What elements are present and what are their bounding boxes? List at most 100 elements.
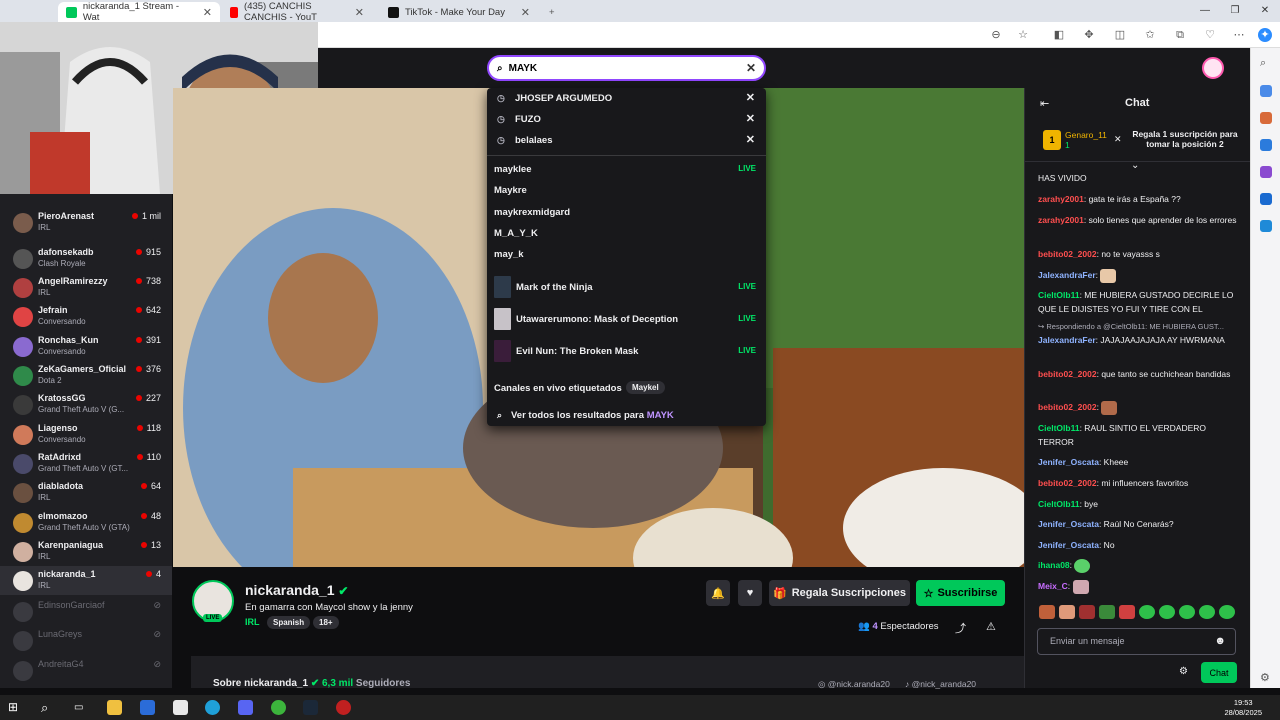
sidebar-settings-icon[interactable]: ⚙ [1260, 672, 1272, 684]
emote-icon[interactable] [1219, 605, 1235, 619]
sidebar-channel[interactable]: AngelRamirezzy IRL 738 [0, 273, 172, 302]
system-clock[interactable]: 19:53 28/08/2025 [1224, 698, 1262, 718]
sidebar-channel[interactable]: Karenpaniagua IRL 13 [0, 537, 172, 566]
discord-icon[interactable] [238, 700, 253, 715]
edge-browser-icon[interactable] [205, 700, 220, 715]
emote-icon[interactable] [1119, 605, 1135, 619]
remove-history-icon[interactable]: ✕ [746, 112, 755, 125]
search-history-item[interactable]: ◷ JHOSEP ARGUMEDO ✕ [487, 88, 766, 109]
sidebar-channel-offline[interactable]: EdinsonGarciaof ⊘ [0, 597, 172, 626]
copilot-tool-icon[interactable] [1260, 85, 1272, 97]
channel-suggestion[interactable]: may_k [487, 244, 766, 265]
close-window-icon[interactable]: ✕ [1250, 0, 1280, 22]
expand-icon[interactable]: ⌄ [1131, 160, 1139, 171]
emote-icon[interactable] [1039, 605, 1055, 619]
obs-icon[interactable] [336, 700, 351, 715]
extension-icon[interactable]: ◧ [1052, 28, 1066, 42]
search-history-item[interactable]: ◷ belalaes ✕ [487, 130, 766, 151]
remove-history-icon[interactable]: ✕ [746, 91, 755, 104]
close-tab-icon[interactable]: ✕ [203, 6, 212, 19]
file-explorer-icon[interactable] [107, 700, 122, 715]
search-icon[interactable]: ⌕ [1260, 57, 1272, 69]
maximize-icon[interactable]: ❐ [1220, 0, 1250, 22]
search-history-item[interactable]: ◷ FUZO ✕ [487, 109, 766, 130]
new-tab-button[interactable]: + [541, 2, 561, 22]
xbox-icon[interactable] [271, 700, 286, 715]
report-icon[interactable]: ⚠ [986, 620, 996, 633]
share-icon[interactable]: ⤴ [955, 620, 966, 636]
sidebar-channel[interactable]: Liagenso Conversando 118 [0, 420, 172, 449]
browser-essentials-icon[interactable]: ♡ [1203, 28, 1217, 42]
store-icon[interactable] [140, 700, 155, 715]
tiktok-link[interactable]: ♪ @nick_aranda20 [905, 679, 976, 689]
chat-settings-gear-icon[interactable]: ⚙ [1179, 666, 1188, 677]
sidebar-channel[interactable]: Jefrain Conversando 642 [0, 302, 172, 331]
sidebar-channel-current[interactable]: nickaranda_1 IRL 4 [0, 566, 172, 595]
favorite-star-icon[interactable]: ☆ [1016, 28, 1030, 42]
chat-input[interactable]: Enviar un mensaje ☻ [1037, 628, 1236, 655]
game-suggestion[interactable]: Utawarerumono: Mask of Deception LIVE [487, 305, 766, 335]
sidebar-channel[interactable]: ZeKaGamers_Oficial Dota 2 376 [0, 361, 172, 390]
close-tab-icon[interactable]: ✕ [355, 6, 364, 19]
clear-search-icon[interactable]: ✕ [746, 61, 756, 75]
game-suggestion[interactable]: Evil Nun: The Broken Mask LIVE [487, 337, 766, 367]
search-input[interactable]: MAYK [509, 63, 538, 74]
sidebar-channel[interactable]: RatAdrixd Grand Theft Auto V (GT... 110 [0, 449, 172, 478]
search-icon[interactable]: ⌕ [41, 700, 56, 715]
mail-icon[interactable] [173, 700, 188, 715]
split-screen-icon[interactable]: ◫ [1113, 28, 1127, 42]
emote-picker-icon[interactable]: ☻ [1214, 635, 1226, 647]
tag-chip[interactable]: Maykel [626, 381, 665, 394]
close-leaderboard-icon[interactable]: ✕ [1114, 134, 1122, 145]
sidebar-channel[interactable]: PieroArenast IRL 1 mil [0, 208, 172, 237]
send-icon[interactable] [1260, 220, 1272, 232]
task-view-icon[interactable]: ▭ [74, 700, 89, 715]
emote-icon[interactable] [1059, 605, 1075, 619]
follow-heart-icon[interactable]: ♥ [738, 580, 762, 606]
sidebar-channel[interactable]: dafonsekadb Clash Royale 915 [0, 244, 172, 273]
collapse-chat-icon[interactable]: ⇤ [1040, 97, 1049, 110]
menu-dots-icon[interactable]: ⋯ [1232, 28, 1246, 42]
tools-icon[interactable] [1260, 139, 1272, 151]
chat-send-button[interactable]: Chat [1201, 662, 1237, 683]
notifications-bell-icon[interactable]: 🔔 [706, 580, 730, 606]
collections-icon[interactable]: ⧉ [1173, 28, 1187, 42]
channel-suggestion[interactable]: maykrexmidgard [487, 202, 766, 223]
subscribe-button[interactable]: ☆ Suscribirse [916, 580, 1005, 606]
sidebar-channel-offline[interactable]: AndreitaG4 ⊘ [0, 656, 172, 685]
search-bar[interactable]: ⌕ MAYK ✕ [487, 55, 766, 81]
emote-icon[interactable] [1179, 605, 1195, 619]
sidebar-channel-offline[interactable]: LunaGreys ⊘ [0, 626, 172, 655]
close-tab-icon[interactable]: ✕ [521, 6, 530, 19]
windows-start-icon[interactable]: ⊞ [8, 700, 23, 715]
copilot-icon[interactable]: ✦ [1258, 28, 1272, 42]
game-suggestion[interactable]: Mark of the Ninja LIVE [487, 273, 766, 303]
puzzle-icon[interactable]: ✥ [1082, 28, 1096, 42]
reader-icon[interactable]: ⊖ [989, 28, 1003, 42]
games-icon[interactable] [1260, 166, 1272, 178]
emote-icon[interactable] [1099, 605, 1115, 619]
channel-suggestion[interactable]: Maykre [487, 180, 766, 201]
channel-suggestion[interactable]: M_A_Y_K [487, 223, 766, 244]
remove-history-icon[interactable]: ✕ [746, 133, 755, 146]
steam-icon[interactable] [303, 700, 318, 715]
sidebar-channel[interactable]: KratossGG Grand Theft Auto V (G... 227 [0, 390, 172, 419]
sidebar-channel[interactable]: elmomazoo Grand Theft Auto V (GTA) 48 [0, 508, 172, 537]
shopping-icon[interactable] [1260, 112, 1272, 124]
user-avatar[interactable] [1202, 57, 1224, 79]
tab-youtube[interactable]: (435) CANCHIS CANCHIS - YouT ✕ [222, 1, 372, 23]
tab-tiktok[interactable]: TikTok - Make Your Day ✕ [380, 2, 538, 22]
minimize-icon[interactable]: — [1190, 0, 1220, 22]
outlook-icon[interactable] [1260, 193, 1272, 205]
emote-icon[interactable] [1159, 605, 1175, 619]
instagram-link[interactable]: ◎ @nick.aranda20 [818, 679, 890, 690]
emote-icon[interactable] [1079, 605, 1095, 619]
channel-suggestion[interactable]: mayklee LIVE [487, 159, 766, 180]
gift-subs-button[interactable]: 🎁 Regala Suscripciones [769, 580, 910, 606]
emote-icon[interactable] [1199, 605, 1215, 619]
favorites-icon[interactable]: ✩ [1143, 28, 1157, 42]
stream-category[interactable]: IRL [245, 617, 260, 627]
tagged-channels-item[interactable]: Canales en vivo etiquetados Maykel [487, 378, 766, 399]
tag-chip[interactable]: Spanish [267, 616, 311, 629]
channel-name[interactable]: nickaranda_1 [245, 582, 335, 598]
